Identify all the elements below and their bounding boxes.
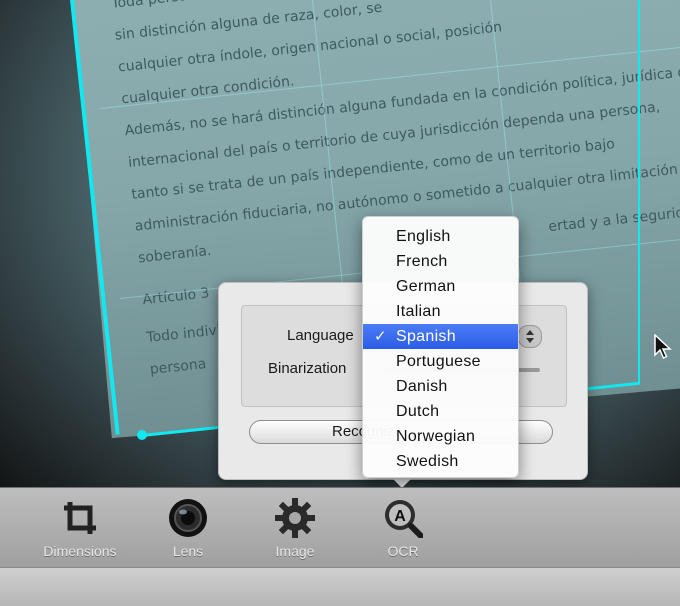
bottom-bar	[0, 567, 680, 606]
toolbar-label: OCR	[387, 543, 419, 559]
crop-edge-right[interactable]	[638, 0, 640, 384]
language-option-french[interactable]: French	[363, 249, 518, 274]
language-option-danish[interactable]: Danish	[363, 374, 518, 399]
language-option-italian[interactable]: Italian	[363, 299, 518, 324]
language-option-dutch[interactable]: Dutch	[363, 399, 518, 424]
svg-text:A: A	[394, 508, 406, 525]
language-option-portuguese[interactable]: Portuguese	[363, 349, 518, 374]
language-menu: English French German Italian ✓ Spanish …	[362, 216, 519, 478]
toolbar-label: Lens	[172, 543, 204, 559]
language-popup-arrows[interactable]	[518, 325, 542, 348]
crop-corner-handle[interactable]	[137, 430, 147, 440]
language-option-spanish[interactable]: ✓ Spanish	[363, 324, 518, 349]
crop-icon	[64, 502, 96, 534]
language-option-norwegian[interactable]: Norwegian	[363, 424, 518, 449]
language-option-swedish[interactable]: Swedish	[363, 449, 518, 474]
language-option-label: Spanish	[396, 328, 456, 345]
language-label: Language	[287, 327, 354, 344]
toolbar-label: Image	[275, 543, 315, 559]
checkmark-icon: ✓	[374, 328, 387, 345]
toolbar-image[interactable]: Image	[240, 488, 350, 568]
lens-icon	[169, 499, 207, 537]
toolbar-lens[interactable]: Lens	[133, 488, 243, 568]
toolbar-dimensions[interactable]: Dimensions	[25, 488, 135, 568]
ocr-magnifier-icon: A	[385, 500, 423, 538]
binarization-label: Binarization	[268, 360, 347, 377]
toolbar-label: Dimensions	[43, 543, 117, 559]
mouse-cursor-icon	[654, 334, 672, 360]
language-option-english[interactable]: English	[363, 224, 518, 249]
toolbar-ocr[interactable]: A OCR	[348, 488, 458, 568]
toolbar: Dimensions Lens Image A OCR	[0, 487, 680, 568]
gear-icon	[275, 498, 315, 538]
language-option-german[interactable]: German	[363, 274, 518, 299]
